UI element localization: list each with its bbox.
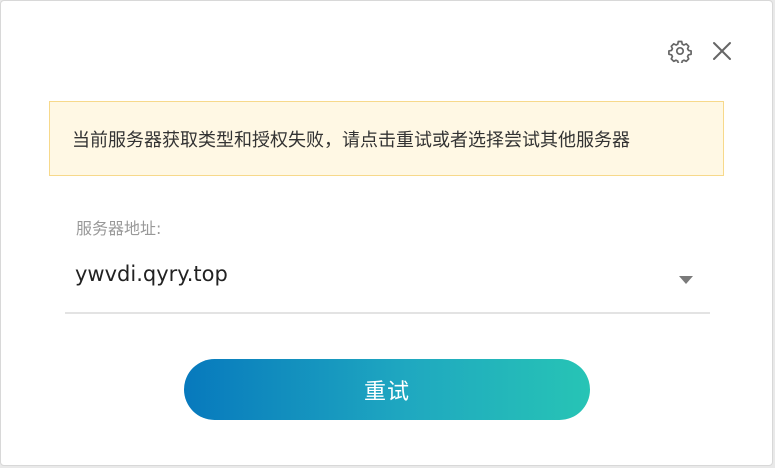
server-address-label: 服务器地址: [76,219,162,238]
server-address-select[interactable]: ywvdi.qyry.top [65,251,710,314]
server-address-value: ywvdi.qyry.top [75,262,228,286]
close-button[interactable] [708,39,736,67]
close-icon [711,40,733,66]
retry-button[interactable]: 重试 [184,359,590,420]
alert-message: 当前服务器获取类型和授权失败，请点击重试或者选择尝试其他服务器 [72,129,630,151]
error-alert: 当前服务器获取类型和授权失败，请点击重试或者选择尝试其他服务器 [49,101,724,176]
chevron-down-icon [678,270,694,284]
server-error-dialog: 当前服务器获取类型和授权失败，请点击重试或者选择尝试其他服务器 服务器地址: y… [0,0,773,466]
settings-button[interactable] [666,39,694,67]
gear-icon [668,39,692,67]
